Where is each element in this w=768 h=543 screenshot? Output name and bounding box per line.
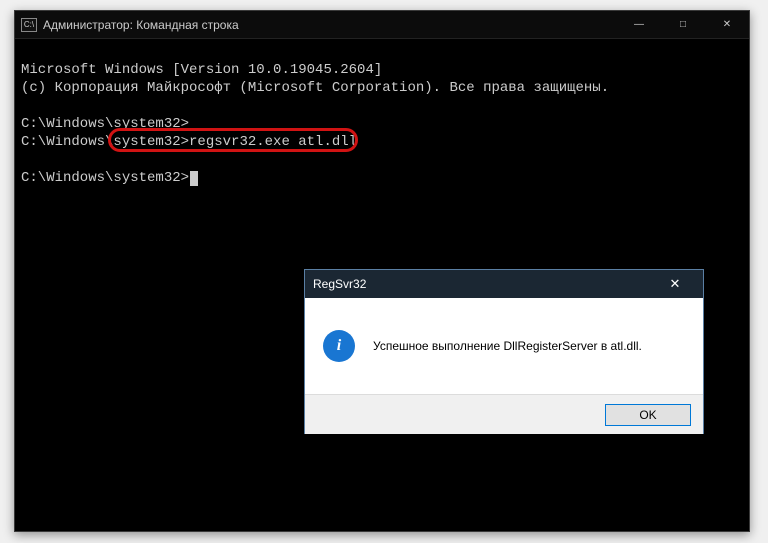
console-prompt: C:\Windows\system32>regsvr32.exe atl.dll	[21, 134, 357, 150]
ok-label: OK	[639, 408, 656, 422]
maximize-icon: □	[680, 19, 686, 30]
dialog-body: i Успешное выполнение DllRegisterServer …	[305, 298, 703, 394]
info-glyph: i	[337, 337, 341, 355]
prompt-path: C:\Windows\system32>	[21, 134, 189, 150]
dialog-message: Успешное выполнение DllRegisterServer в …	[373, 339, 642, 353]
close-button[interactable]: ✕	[705, 11, 749, 38]
console-icon: C:\	[21, 18, 37, 32]
minimize-icon: —	[634, 19, 644, 30]
maximize-button[interactable]: □	[661, 11, 705, 38]
console-body[interactable]: Microsoft Windows [Version 10.0.19045.26…	[15, 39, 749, 209]
ok-button[interactable]: OK	[605, 404, 691, 426]
info-icon: i	[323, 330, 355, 362]
dialog-close-button[interactable]: ✕	[655, 270, 695, 298]
regsvr32-dialog: RegSvr32 ✕ i Успешное выполнение DllRegi…	[304, 269, 704, 434]
window-buttons: — □ ✕	[617, 11, 749, 38]
console-line: Microsoft Windows [Version 10.0.19045.26…	[21, 62, 382, 78]
console-prompt: C:\Windows\system32>	[21, 116, 189, 132]
minimize-button[interactable]: —	[617, 11, 661, 38]
close-icon: ✕	[670, 276, 681, 292]
text-cursor	[190, 171, 198, 186]
prompt-path: C:\Windows\system32>	[21, 170, 189, 186]
console-prompt: C:\Windows\system32>	[21, 170, 198, 186]
close-icon: ✕	[723, 19, 731, 30]
console-titlebar[interactable]: C:\ Администратор: Командная строка — □ …	[15, 11, 749, 39]
console-title: Администратор: Командная строка	[43, 18, 239, 32]
entered-command: regsvr32.exe atl.dll	[189, 134, 357, 150]
console-line: (c) Корпорация Майкрософт (Microsoft Cor…	[21, 80, 609, 96]
dialog-titlebar[interactable]: RegSvr32 ✕	[305, 270, 703, 298]
dialog-footer: OK	[305, 394, 703, 434]
dialog-title: RegSvr32	[313, 277, 366, 291]
